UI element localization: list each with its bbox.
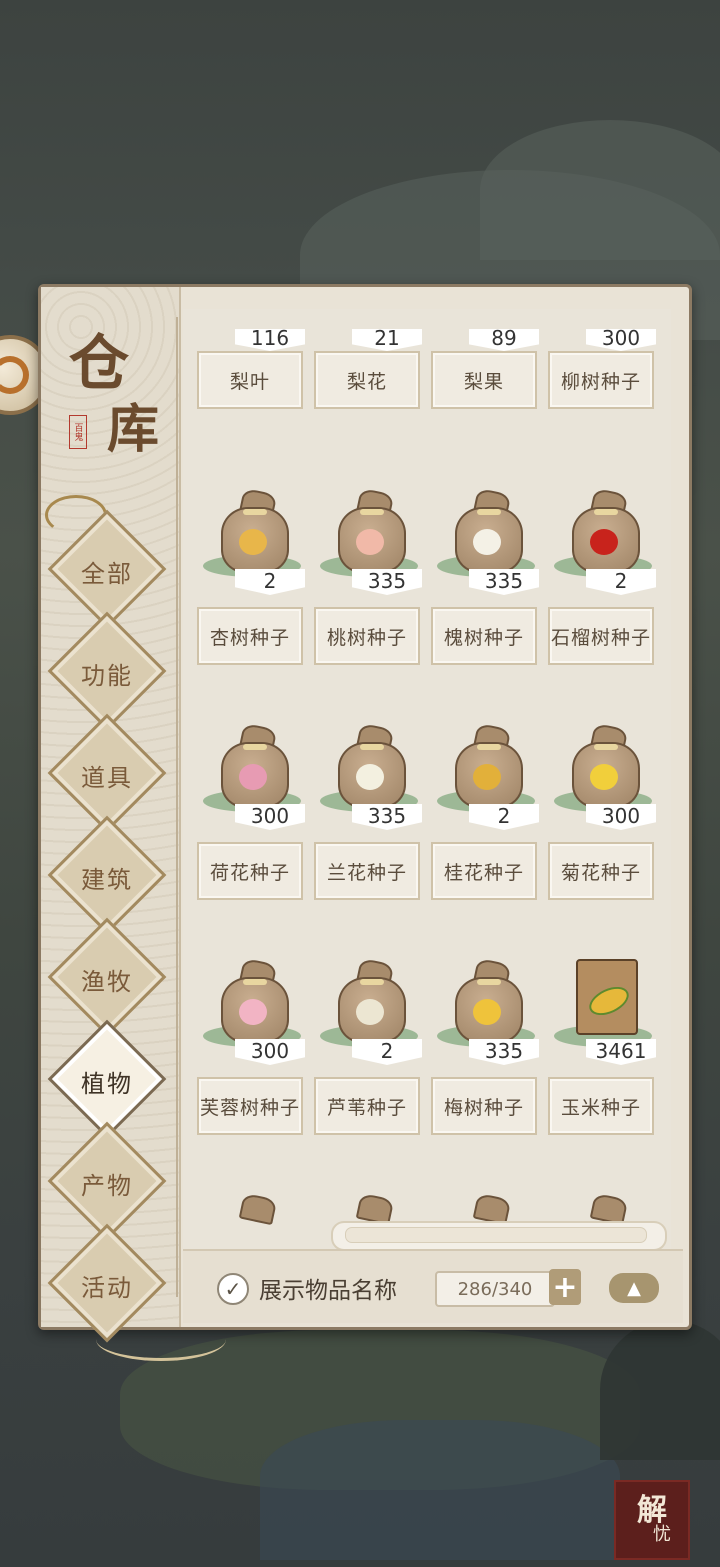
item-count: 335 xyxy=(352,804,422,830)
background-mountain xyxy=(480,120,720,260)
item-count: 89 xyxy=(469,329,539,351)
show-names-checkbox[interactable]: ✓ xyxy=(217,1273,249,1305)
item-name: 芙蓉树种子 xyxy=(197,1077,303,1135)
bag-tie xyxy=(477,509,501,515)
category-sidebar: 仓 库 百鬼 全部 功能 道具 建筑 渔牧 植物 产物 活动 xyxy=(41,287,181,1343)
item-count: 2 xyxy=(352,1039,422,1065)
seed-box xyxy=(576,959,638,1035)
swirl-icon xyxy=(0,356,29,394)
item-name: 芦苇种子 xyxy=(314,1077,420,1135)
seed-emblem xyxy=(473,764,501,790)
category-tab-1[interactable] xyxy=(47,611,167,731)
item-count: 2 xyxy=(235,569,305,595)
bag-tie xyxy=(243,744,267,750)
item-name: 梅树种子 xyxy=(431,1077,537,1135)
seed-emblem xyxy=(239,529,267,555)
item-name: 槐树种子 xyxy=(431,607,537,665)
item-count: 335 xyxy=(352,569,422,595)
item-count: 300 xyxy=(586,804,656,830)
bag-tie xyxy=(594,509,618,515)
warehouse-title: 仓 库 百鬼 xyxy=(69,329,160,460)
item-name: 石榴树种子 xyxy=(548,607,654,665)
item-name: 玉米种子 xyxy=(548,1077,654,1135)
item-count: 300 xyxy=(235,804,305,830)
show-names-label: 展示物品名称 xyxy=(259,1278,397,1304)
seed-emblem xyxy=(473,999,501,1025)
bag-tie xyxy=(360,979,384,985)
item-name: 桃树种子 xyxy=(314,607,420,665)
item-name: 菊花种子 xyxy=(548,842,654,900)
item-name: 梨花 xyxy=(314,351,420,409)
item-count: 116 xyxy=(235,329,305,351)
bag-tie xyxy=(594,744,618,750)
seal-stamp: 百鬼 xyxy=(69,415,87,449)
expand-capacity-button[interactable]: + xyxy=(549,1269,581,1305)
item-grid[interactable]: 116 梨叶 21 梨花 89 梨果 300 柳树种子 2 杏树种子 335 桃树种子 335 槐树种子… xyxy=(183,309,671,1249)
item-count: 300 xyxy=(235,1039,305,1065)
background-rock xyxy=(600,1320,720,1460)
jieyou-seal-badge[interactable]: 解 忧 xyxy=(614,1480,690,1560)
category-tab-3[interactable] xyxy=(47,815,167,935)
horizontal-scrollbar[interactable] xyxy=(331,1221,667,1249)
item-name: 柳树种子 xyxy=(548,351,654,409)
item-name: 杏树种子 xyxy=(197,607,303,665)
item-name: 兰花种子 xyxy=(314,842,420,900)
item-name: 梨果 xyxy=(431,351,537,409)
seed-emblem xyxy=(356,999,384,1025)
seed-emblem xyxy=(473,529,501,555)
item-count: 3461 xyxy=(586,1039,656,1065)
tassel-ornament xyxy=(96,1318,226,1361)
background-lake xyxy=(260,1420,620,1560)
item-count: 21 xyxy=(352,329,422,351)
item-name: 荷花种子 xyxy=(197,842,303,900)
seed-emblem xyxy=(356,764,384,790)
category-tab-6[interactable] xyxy=(47,1121,167,1241)
bag-tie xyxy=(477,979,501,985)
item-count: 335 xyxy=(469,569,539,595)
item-count: 2 xyxy=(586,569,656,595)
seed-bag-icon xyxy=(203,1192,303,1249)
category-tab-4[interactable] xyxy=(47,917,167,1037)
seed-emblem xyxy=(590,764,618,790)
item-count: 2 xyxy=(469,804,539,830)
item-name: 梨叶 xyxy=(197,351,303,409)
warehouse-panel: 仓 库 百鬼 全部 功能 道具 建筑 渔牧 植物 产物 活动 116 梨叶 21 梨花 89 梨果 300… xyxy=(38,284,692,1343)
item-count: 300 xyxy=(586,329,656,351)
bag-neck xyxy=(238,1192,278,1226)
checkmark-icon: ✓ xyxy=(224,1277,242,1301)
bottom-toolbar: ✓ 展示物品名称 286/340 + ▲ xyxy=(183,1249,683,1323)
bag-tie xyxy=(243,979,267,985)
bag-tie xyxy=(243,509,267,515)
item-count: 335 xyxy=(469,1039,539,1065)
item-name: 桂花种子 xyxy=(431,842,537,900)
category-tab-2[interactable] xyxy=(47,713,167,833)
plus-icon: + xyxy=(552,1269,578,1305)
up-arrow-icon: ▲ xyxy=(627,1277,641,1299)
bag-tie xyxy=(477,744,501,750)
divider-rail xyxy=(176,317,178,1297)
category-tab-5[interactable] xyxy=(47,1019,167,1139)
corn-icon xyxy=(584,981,634,1021)
seed-emblem xyxy=(239,764,267,790)
bag-tie xyxy=(360,744,384,750)
scrollbar-thumb[interactable] xyxy=(345,1227,647,1243)
bag-tie xyxy=(360,509,384,515)
collapse-button[interactable]: ▲ xyxy=(609,1273,659,1303)
capacity-display: 286/340 xyxy=(435,1271,555,1307)
seed-emblem xyxy=(590,529,618,555)
seed-emblem xyxy=(356,529,384,555)
seed-emblem xyxy=(239,999,267,1025)
